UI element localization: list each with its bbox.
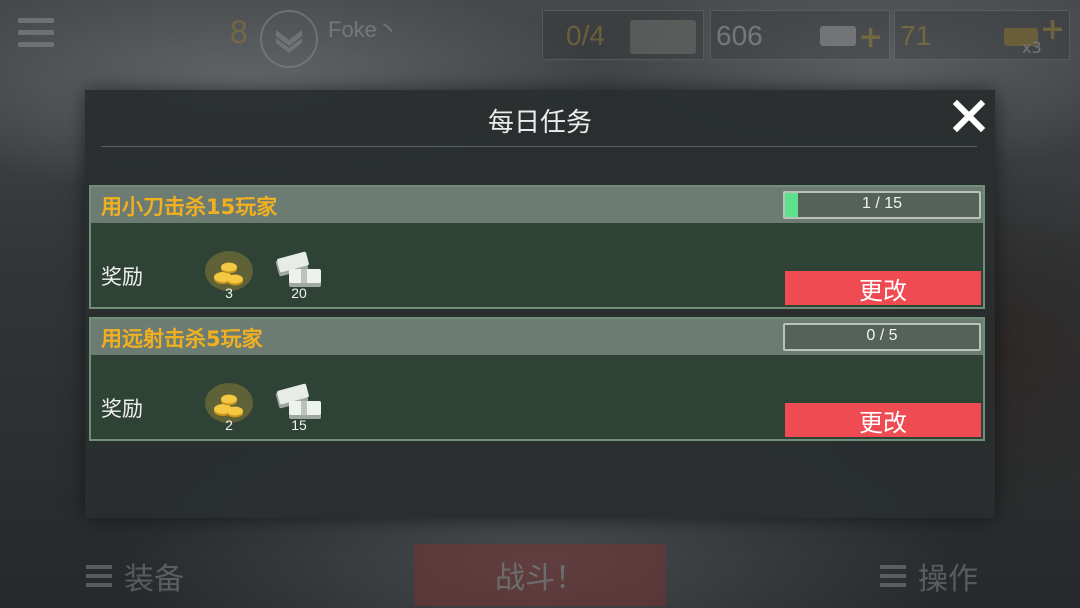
task-title: 用小刀击杀15玩家 [101,195,278,219]
reward-label: 奖励 [101,265,143,289]
reward-cash: 15 [271,381,327,435]
task-header: 用远射击杀5玩家 0 / 5 [91,319,983,355]
task-header: 用小刀击杀15玩家 1 / 15 [91,187,983,223]
reward-label: 奖励 [101,397,143,421]
close-button[interactable] [951,98,987,134]
task-title: 用远射击杀5玩家 [101,327,263,351]
reward-count: 3 [225,285,233,301]
change-task-button[interactable]: 更改 [785,403,981,437]
reward-count: 15 [291,417,307,433]
daily-tasks-modal: 每日任务 用小刀击杀15玩家 1 / 15 奖励 3 20 更改 用远射击杀5玩… [85,90,995,518]
reward-gold: 3 [201,249,257,303]
modal-title: 每日任务 [487,108,592,138]
close-icon [952,99,986,133]
reward-count: 2 [225,417,233,433]
change-task-button[interactable]: 更改 [785,271,981,305]
progress-text: 0 / 5 [866,327,898,344]
task-progress-bar: 0 / 5 [783,323,981,351]
progress-text: 1 / 15 [861,195,903,212]
reward-gold: 2 [201,381,257,435]
reward-count: 20 [291,285,307,301]
reward-cash: 20 [271,249,327,303]
task-progress-bar: 1 / 15 [783,191,981,219]
task-card: 用远射击杀5玩家 0 / 5 奖励 2 15 更改 [89,317,985,441]
title-divider [101,146,977,147]
task-card: 用小刀击杀15玩家 1 / 15 奖励 3 20 更改 [89,185,985,309]
